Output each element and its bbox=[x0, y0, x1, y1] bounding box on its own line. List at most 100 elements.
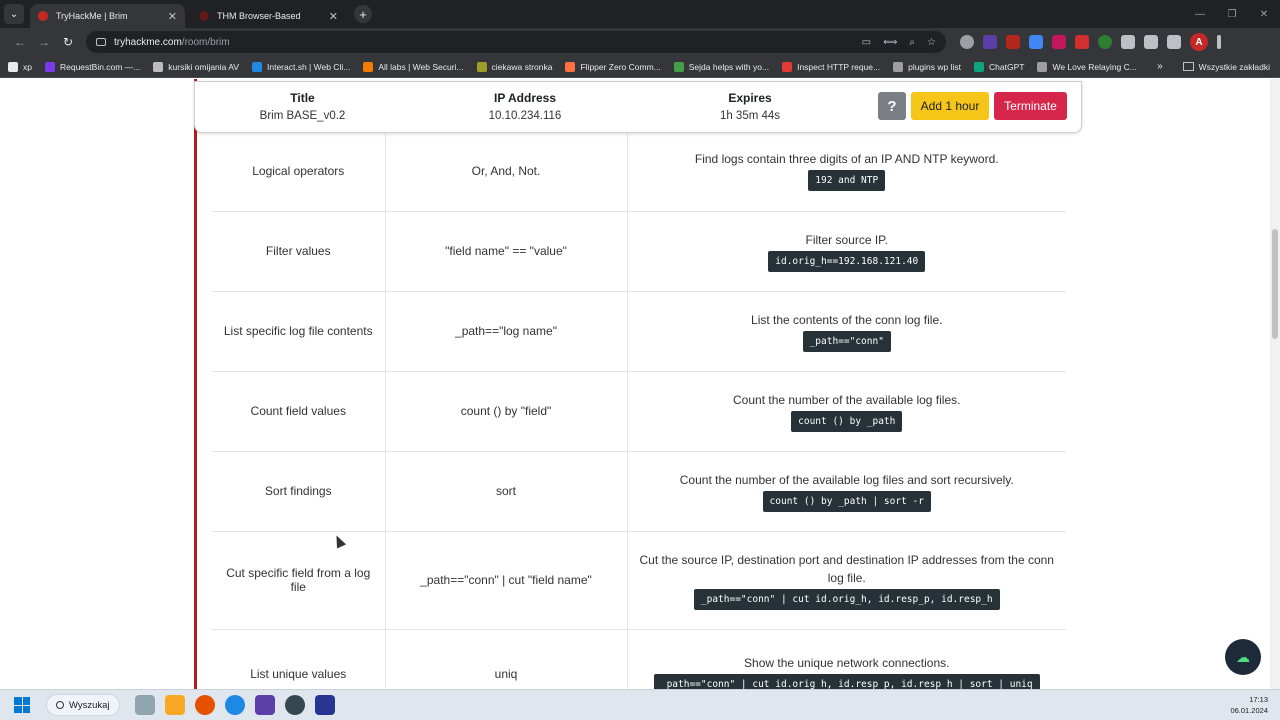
forward-icon[interactable]: → bbox=[32, 35, 56, 49]
table-row: Logical operators Or, And, Not. Find logs … bbox=[212, 131, 1066, 212]
extension-icon[interactable] bbox=[983, 35, 997, 49]
reading-list-icon[interactable] bbox=[1144, 35, 1158, 49]
minimize-icon[interactable]: — bbox=[1184, 9, 1216, 20]
tab-thm-browser-based[interactable]: THM Browser-Based ✕ bbox=[191, 4, 346, 28]
new-tab-button[interactable]: + bbox=[354, 5, 372, 23]
example-code[interactable]: count () by _path bbox=[791, 410, 903, 432]
address-bar[interactable]: tryhackme.com/room/brim ▭ ⟺ ⌕ ☆ bbox=[86, 31, 946, 53]
query-syntax: "field name" == "value" bbox=[385, 211, 628, 292]
chrome-icon[interactable] bbox=[225, 695, 245, 715]
close-tab-icon[interactable]: ✕ bbox=[168, 10, 177, 23]
query-purpose: Cut specific field from a log file bbox=[212, 531, 386, 630]
extension-gear-icon[interactable] bbox=[960, 35, 974, 49]
table-row: Sort findings sort Count the number of the… bbox=[212, 451, 1066, 532]
query-example-cell: Find logs contain three digits of an IP … bbox=[627, 131, 1066, 212]
bookmark-item[interactable]: xp bbox=[8, 61, 32, 72]
install-app-icon[interactable]: ▭ bbox=[862, 37, 871, 48]
bookmark-favicon-icon bbox=[153, 61, 164, 72]
scrollbar-thumb[interactable] bbox=[1272, 229, 1278, 339]
tab-tryhackme-brim[interactable]: TryHackMe | Brim ✕ bbox=[30, 4, 185, 28]
query-example-cell: Show the unique network connections. _pat… bbox=[627, 629, 1066, 689]
query-purpose: Logical operators bbox=[212, 131, 386, 212]
page-content: Title Brim BASE_v0.2 IP Address 10.10.23… bbox=[0, 79, 1280, 689]
system-clock[interactable]: 17:13 06.01.2024 bbox=[1230, 694, 1268, 716]
page-scrollbar[interactable] bbox=[1270, 79, 1280, 689]
room-accent-line bbox=[194, 79, 197, 689]
search-icon bbox=[56, 701, 64, 709]
side-panel-icon[interactable] bbox=[1167, 35, 1181, 49]
example-code[interactable]: _path=="conn" | cut id.orig_h, id.resp_p… bbox=[693, 588, 1000, 610]
machine-expires: Expires 1h 35m 44s bbox=[719, 91, 781, 122]
bookmark-favicon-icon bbox=[44, 61, 55, 72]
table-row: Filter values "field name" == "value" Filt… bbox=[212, 211, 1066, 292]
translate-icon[interactable]: ⟺ bbox=[883, 37, 897, 48]
query-example-cell: List the contents of the conn log file. _… bbox=[627, 291, 1066, 372]
extension-icon[interactable] bbox=[1098, 35, 1112, 49]
menu-kebab-icon[interactable] bbox=[1217, 35, 1221, 49]
bookmark-item[interactable]: Flipper Zero Comm... bbox=[565, 61, 661, 72]
example-description: Count the number of the available log fi… bbox=[733, 392, 961, 407]
zoom-icon[interactable]: ⌕ bbox=[909, 37, 915, 48]
window-controls: — ❐ ✕ bbox=[1184, 9, 1280, 20]
example-code[interactable]: _path=="conn" bbox=[802, 330, 891, 352]
bookmark-favicon-icon bbox=[8, 61, 18, 72]
reload-icon[interactable]: ↻ bbox=[56, 35, 80, 49]
profile-avatar[interactable]: A bbox=[1190, 33, 1208, 51]
example-code[interactable]: 192 and NTP bbox=[808, 170, 886, 192]
bookmark-item[interactable]: All labs | Web Securi... bbox=[363, 61, 464, 72]
query-purpose: Sort findings bbox=[212, 451, 386, 532]
extensions-area: A bbox=[960, 33, 1221, 51]
weather-widget-icon[interactable] bbox=[135, 695, 155, 715]
windows-start-icon[interactable] bbox=[14, 697, 30, 713]
bookmark-favicon-icon bbox=[893, 61, 904, 72]
tryhackme-favicon-icon bbox=[199, 11, 209, 21]
example-code[interactable]: _path=="conn" | cut id.orig_h, id.resp_p… bbox=[653, 673, 1040, 689]
app-icon[interactable] bbox=[255, 695, 275, 715]
bookmark-item[interactable]: ChatGPT bbox=[974, 61, 1024, 72]
help-button[interactable]: ? bbox=[878, 92, 906, 120]
site-info-icon[interactable] bbox=[96, 38, 106, 46]
query-purpose: Count field values bbox=[212, 371, 386, 452]
app-icon[interactable] bbox=[285, 695, 305, 715]
query-syntax: uniq bbox=[385, 629, 628, 689]
extensions-puzzle-icon[interactable] bbox=[1121, 35, 1135, 49]
extension-icon[interactable] bbox=[1029, 35, 1043, 49]
add-hour-button[interactable]: Add 1 hour bbox=[911, 92, 989, 120]
bookmark-item[interactable]: Sejda helps with yo... bbox=[673, 61, 769, 72]
url-host: tryhackme.com bbox=[114, 36, 182, 48]
tab-search-icon[interactable]: ⌄ bbox=[4, 4, 24, 24]
extension-icon[interactable] bbox=[1006, 35, 1020, 49]
example-code[interactable]: id.orig_h==192.168.121.40 bbox=[768, 250, 926, 272]
bookmark-item[interactable]: Interact.sh | Web Cli... bbox=[252, 61, 350, 72]
taskbar-search[interactable]: Wyszukaj bbox=[46, 694, 120, 716]
cloud-access-icon[interactable]: ☁ bbox=[1225, 639, 1261, 675]
maximize-icon[interactable]: ❐ bbox=[1216, 9, 1248, 20]
query-purpose: List unique values bbox=[212, 629, 386, 689]
close-window-icon[interactable]: ✕ bbox=[1248, 9, 1280, 20]
more-bookmarks-icon[interactable]: » bbox=[1157, 61, 1163, 72]
query-syntax: Or, And, Not. bbox=[385, 131, 628, 212]
bookmark-item[interactable]: Inspect HTTP reque... bbox=[782, 61, 880, 72]
back-icon[interactable]: ← bbox=[8, 35, 32, 49]
bookmark-item[interactable]: We Love Relaying C... bbox=[1037, 61, 1137, 72]
terminate-button[interactable]: Terminate bbox=[994, 92, 1067, 120]
bookmark-favicon-icon bbox=[252, 61, 262, 72]
query-example-cell: Filter source IP. id.orig_h==192.168.121.… bbox=[627, 211, 1066, 292]
bookmark-item[interactable]: kursiki omijania AV bbox=[153, 61, 239, 72]
all-bookmarks-folder[interactable]: Wszystkie zakładki bbox=[1182, 62, 1270, 72]
bookmark-item[interactable]: ciekawa stronka bbox=[476, 61, 552, 72]
extension-icon[interactable] bbox=[1075, 35, 1089, 49]
bookmark-favicon-icon bbox=[565, 61, 576, 72]
bookmark-star-icon[interactable]: ☆ bbox=[927, 37, 936, 48]
file-explorer-icon[interactable] bbox=[165, 695, 185, 715]
example-code[interactable]: count () by _path | sort -r bbox=[762, 490, 931, 512]
bookmark-item[interactable]: plugins wp list bbox=[893, 61, 961, 72]
extension-icon[interactable] bbox=[1052, 35, 1066, 49]
machine-ip: IP Address 10.10.234.116 bbox=[488, 91, 562, 122]
bookmark-favicon-icon bbox=[1037, 61, 1048, 72]
query-syntax: count () by "field" bbox=[385, 371, 628, 452]
bookmark-item[interactable]: RequestBin.com —... bbox=[44, 61, 140, 72]
close-tab-icon[interactable]: ✕ bbox=[329, 10, 338, 23]
virtualbox-icon[interactable] bbox=[315, 695, 335, 715]
firefox-icon[interactable] bbox=[195, 695, 215, 715]
